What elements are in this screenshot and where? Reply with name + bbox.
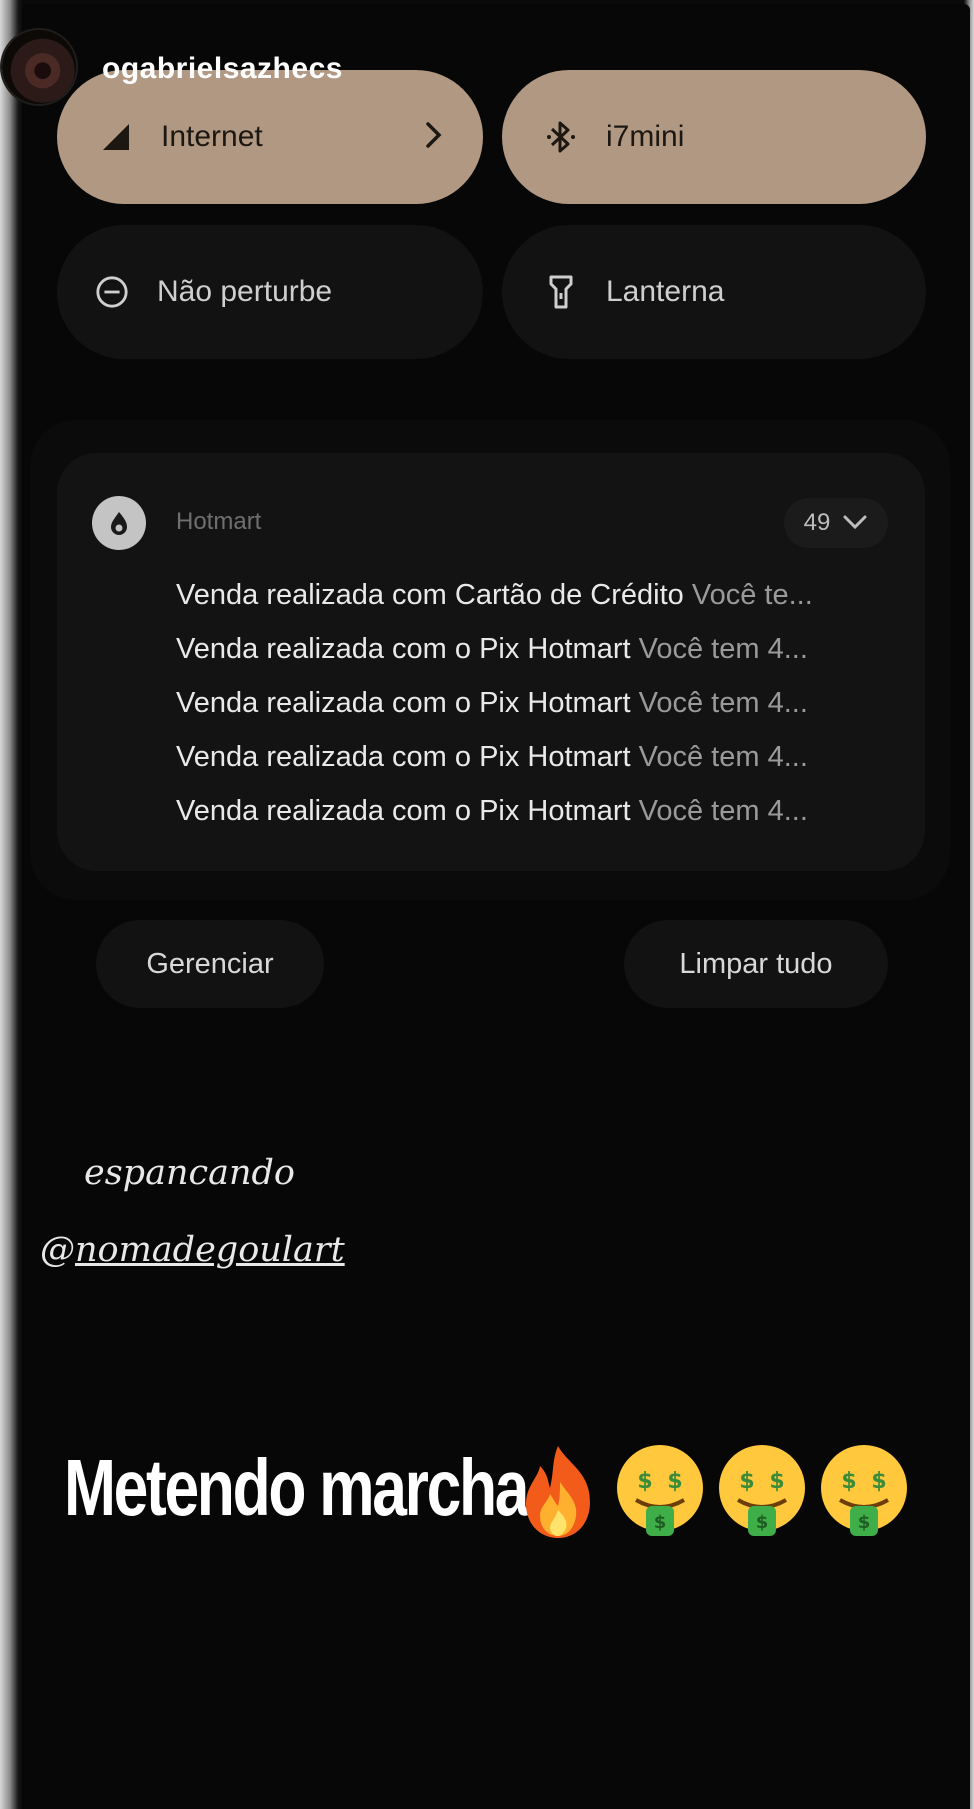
chevron-right-icon[interactable] — [423, 120, 445, 155]
money-mouth-face-emoji: $ $ $ — [612, 1442, 708, 1542]
money-mouth-face-emoji: $ $ $ — [714, 1442, 810, 1542]
story-username[interactable]: ogabrielsazhecs — [102, 52, 343, 86]
notification-title: Venda realizada com o Pix Hotmart — [176, 795, 631, 827]
manage-button[interactable]: Gerenciar — [96, 920, 324, 1008]
list-item[interactable]: Venda realizada com o Pix Hotmart Você t… — [176, 790, 896, 844]
tile-flashlight-label: Lanterna — [606, 275, 725, 308]
svg-text:$: $ — [841, 1469, 856, 1494]
list-item[interactable]: Venda realizada com o Pix Hotmart Você t… — [176, 736, 896, 790]
notification-app-name: Hotmart — [176, 508, 262, 535]
fire-emoji — [510, 1442, 606, 1542]
list-item[interactable]: Venda realizada com o Pix Hotmart Você t… — [176, 628, 896, 682]
money-mouth-face-emoji: $ $ $ — [816, 1442, 912, 1542]
svg-text:$: $ — [667, 1469, 682, 1494]
notification-expand-button[interactable]: 49 — [784, 498, 888, 548]
hotmart-icon — [92, 496, 146, 550]
flashlight-icon — [544, 275, 578, 309]
notification-title: Venda realizada com o Pix Hotmart — [176, 687, 631, 719]
notification-title: Venda realizada com o Pix Hotmart — [176, 633, 631, 665]
do-not-disturb-icon — [95, 275, 129, 309]
svg-text:$: $ — [739, 1469, 754, 1494]
notification-body: Você te... — [691, 579, 813, 611]
mention-link[interactable]: nomadegoulart — [75, 1230, 345, 1270]
svg-text:$: $ — [871, 1469, 886, 1494]
svg-text:$: $ — [637, 1469, 652, 1494]
notification-list: Venda realizada com Cartão de Crédito Vo… — [176, 574, 896, 844]
tile-bluetooth[interactable]: i7mini — [502, 70, 926, 204]
notification-count: 49 — [803, 509, 831, 536]
tile-bluetooth-label: i7mini — [606, 120, 685, 153]
tile-internet[interactable]: Internet — [57, 70, 483, 204]
list-item[interactable]: Venda realizada com o Pix Hotmart Você t… — [176, 682, 896, 736]
notification-body: Você tem 4... — [638, 741, 808, 773]
svg-text:$: $ — [756, 1512, 769, 1533]
caption-text: espancando — [84, 1153, 295, 1193]
notification-body: Você tem 4... — [638, 633, 808, 665]
svg-text:$: $ — [858, 1512, 871, 1533]
mention-caption: @nomadegoulart — [40, 1230, 345, 1270]
chevron-down-icon — [842, 509, 868, 537]
avatar[interactable] — [2, 30, 76, 104]
clear-all-button[interactable]: Limpar tudo — [624, 920, 888, 1008]
bluetooth-icon — [544, 120, 578, 154]
headline-text: Metendo marcha — [64, 1443, 529, 1532]
svg-text:$: $ — [654, 1512, 667, 1533]
mention-prefix: @ — [40, 1230, 75, 1270]
tile-dnd-label: Não perturbe — [157, 275, 333, 308]
notification-body: Você tem 4... — [638, 795, 808, 827]
emoji-row: $ $ $ $ $ $ $ $ $ — [510, 1442, 912, 1542]
notification-title: Venda realizada com Cartão de Crédito — [176, 579, 684, 611]
tile-internet-label: Internet — [161, 120, 263, 153]
notification-title: Venda realizada com o Pix Hotmart — [176, 741, 631, 773]
signal-icon — [99, 120, 133, 154]
tile-flashlight[interactable]: Lanterna — [502, 225, 926, 359]
tile-do-not-disturb[interactable]: Não perturbe — [57, 225, 483, 359]
svg-text:$: $ — [769, 1469, 784, 1494]
notification-body: Você tem 4... — [638, 687, 808, 719]
list-item[interactable]: Venda realizada com Cartão de Crédito Vo… — [176, 574, 896, 628]
